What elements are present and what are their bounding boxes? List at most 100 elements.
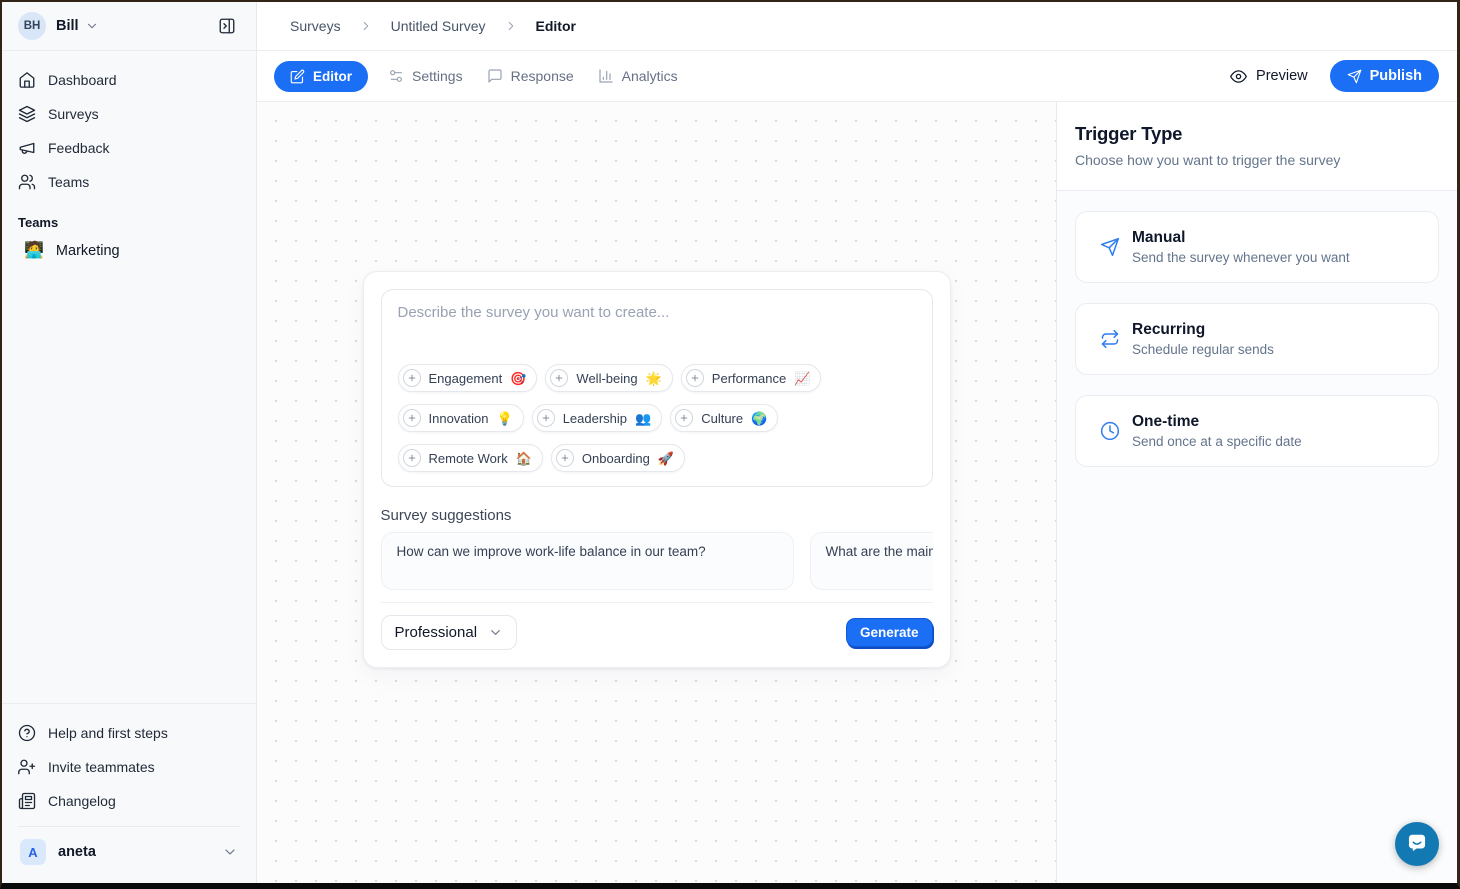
sidebar-item-invite[interactable]: Invite teammates bbox=[10, 750, 248, 784]
workspace-switcher[interactable]: BH Bill bbox=[2, 2, 256, 51]
topic-chip-engagement[interactable]: Engagement 🎯 bbox=[398, 364, 538, 392]
topic-chip-leadership[interactable]: Leadership 👥 bbox=[532, 404, 663, 432]
chat-launcher-button[interactable] bbox=[1395, 822, 1439, 866]
chevron-right-icon bbox=[504, 19, 518, 33]
prompt-placeholder: Describe the survey you want to create..… bbox=[398, 304, 916, 321]
plus-icon bbox=[403, 369, 421, 387]
plus-icon bbox=[556, 449, 574, 467]
sidebar-item-label: Changelog bbox=[48, 793, 116, 809]
generate-button[interactable]: Generate bbox=[846, 618, 933, 647]
toolbar-actions: Preview Publish bbox=[1230, 60, 1439, 92]
sidebar-collapse-button[interactable] bbox=[212, 11, 242, 41]
publish-label: Publish bbox=[1370, 68, 1422, 84]
trigger-option-recurring[interactable]: Recurring Schedule regular sends bbox=[1075, 303, 1439, 375]
send-icon bbox=[1100, 237, 1120, 257]
divider bbox=[18, 826, 240, 827]
rocket-emoji: 🚀 bbox=[658, 452, 674, 465]
panel-subtitle: Choose how you want to trigger the surve… bbox=[1075, 152, 1439, 168]
chip-label: Well-being bbox=[576, 371, 637, 386]
tab-editor[interactable]: Editor bbox=[274, 61, 368, 92]
star-emoji: 🌟 bbox=[646, 372, 662, 385]
topic-chip-onboarding[interactable]: Onboarding 🚀 bbox=[551, 444, 685, 472]
workspace-name: Bill bbox=[56, 18, 79, 34]
repeat-icon bbox=[1100, 329, 1120, 349]
preview-label: Preview bbox=[1256, 68, 1308, 84]
panel-title: Trigger Type bbox=[1075, 123, 1439, 145]
sidebar-item-surveys[interactable]: Surveys bbox=[10, 97, 248, 131]
panel-collapse-icon bbox=[218, 17, 236, 35]
topic-chip-performance[interactable]: Performance 📈 bbox=[681, 364, 822, 392]
plus-icon bbox=[403, 409, 421, 427]
sidebar-footer: Help and first steps Invite teammates Ch… bbox=[2, 703, 256, 883]
suggestions-title: Survey suggestions bbox=[381, 507, 933, 524]
sidebar-item-dashboard[interactable]: Dashboard bbox=[10, 63, 248, 97]
plus-icon bbox=[403, 449, 421, 467]
topic-chip-remote-work[interactable]: Remote Work 🏠 bbox=[398, 444, 543, 472]
globe-emoji: 🌍 bbox=[751, 412, 767, 425]
option-text: One-time Send once at a specific date bbox=[1132, 413, 1302, 449]
trigger-option-manual[interactable]: Manual Send the survey whenever you want bbox=[1075, 211, 1439, 283]
sidebar: BH Bill Dashboard Surv bbox=[2, 2, 257, 883]
sidebar-item-changelog[interactable]: Changelog bbox=[10, 784, 248, 818]
publish-button[interactable]: Publish bbox=[1330, 60, 1439, 92]
bar-chart-icon bbox=[598, 68, 614, 84]
send-icon bbox=[1347, 69, 1362, 84]
target-emoji: 🎯 bbox=[510, 372, 526, 385]
edit-icon bbox=[290, 69, 305, 84]
technologist-emoji: 🧑‍💻 bbox=[24, 243, 44, 259]
topic-chips: Engagement 🎯 Well-being 🌟 Performance bbox=[398, 364, 916, 472]
topic-chip-culture[interactable]: Culture 🌍 bbox=[670, 404, 778, 432]
plus-icon bbox=[686, 369, 704, 387]
tone-select[interactable]: Professional bbox=[381, 615, 518, 650]
option-description: Schedule regular sends bbox=[1132, 342, 1274, 357]
composer-footer: Professional Generate bbox=[381, 602, 933, 650]
editor-canvas[interactable]: Describe the survey you want to create..… bbox=[257, 102, 1056, 883]
chip-label: Onboarding bbox=[582, 451, 650, 466]
option-description: Send once at a specific date bbox=[1132, 434, 1302, 449]
sidebar-item-label: Help and first steps bbox=[48, 725, 168, 741]
plus-icon bbox=[537, 409, 555, 427]
option-title: Recurring bbox=[1132, 321, 1274, 339]
tab-label: Analytics bbox=[622, 68, 678, 84]
sidebar-item-teams[interactable]: Teams bbox=[10, 165, 248, 199]
megaphone-icon bbox=[18, 139, 36, 157]
chat-bubble-icon bbox=[1406, 832, 1428, 857]
sidebar-item-label: Feedback bbox=[48, 140, 109, 156]
account-menu[interactable]: A aneta bbox=[10, 829, 248, 875]
topic-chip-well-being[interactable]: Well-being 🌟 bbox=[545, 364, 672, 392]
breadcrumb-surveys[interactable]: Surveys bbox=[290, 18, 341, 34]
option-description: Send the survey whenever you want bbox=[1132, 250, 1350, 265]
sidebar-item-marketing[interactable]: 🧑‍💻 Marketing bbox=[10, 234, 248, 268]
chip-label: Performance bbox=[712, 371, 786, 386]
house-emoji: 🏠 bbox=[516, 452, 532, 465]
tab-label: Response bbox=[511, 68, 574, 84]
sidebar-item-help[interactable]: Help and first steps bbox=[10, 716, 248, 750]
suggestion-card[interactable]: How can we improve work-life balance in … bbox=[381, 532, 794, 590]
plus-icon bbox=[550, 369, 568, 387]
sidebar-item-label: Surveys bbox=[48, 106, 99, 122]
tab-settings[interactable]: Settings bbox=[376, 60, 475, 92]
suggestion-card[interactable]: What are the main ob bbox=[810, 532, 933, 590]
main-area: Surveys Untitled Survey Editor Editor bbox=[257, 2, 1457, 883]
trigger-type-panel: Trigger Type Choose how you want to trig… bbox=[1056, 102, 1457, 883]
breadcrumb-survey-name[interactable]: Untitled Survey bbox=[391, 18, 486, 34]
sidebar-item-label: Teams bbox=[48, 174, 89, 190]
tone-value: Professional bbox=[395, 624, 478, 641]
topic-chip-innovation[interactable]: Innovation 💡 bbox=[398, 404, 524, 432]
sidebar-item-feedback[interactable]: Feedback bbox=[10, 131, 248, 165]
tab-analytics[interactable]: Analytics bbox=[586, 60, 690, 92]
trigger-option-one-time[interactable]: One-time Send once at a specific date bbox=[1075, 395, 1439, 467]
workspace-avatar: BH bbox=[18, 12, 46, 40]
option-title: Manual bbox=[1132, 229, 1350, 247]
account-name: aneta bbox=[58, 844, 96, 860]
tab-response[interactable]: Response bbox=[475, 60, 586, 92]
option-title: One-time bbox=[1132, 413, 1302, 431]
layers-icon bbox=[18, 105, 36, 123]
editor-toolbar: Editor Settings Response Analytics bbox=[257, 51, 1457, 102]
chip-label: Leadership bbox=[563, 411, 627, 426]
preview-button[interactable]: Preview bbox=[1230, 68, 1308, 85]
plus-icon bbox=[675, 409, 693, 427]
prompt-input[interactable]: Describe the survey you want to create..… bbox=[381, 289, 933, 487]
team-label: Marketing bbox=[56, 243, 120, 259]
chip-label: Engagement bbox=[429, 371, 503, 386]
